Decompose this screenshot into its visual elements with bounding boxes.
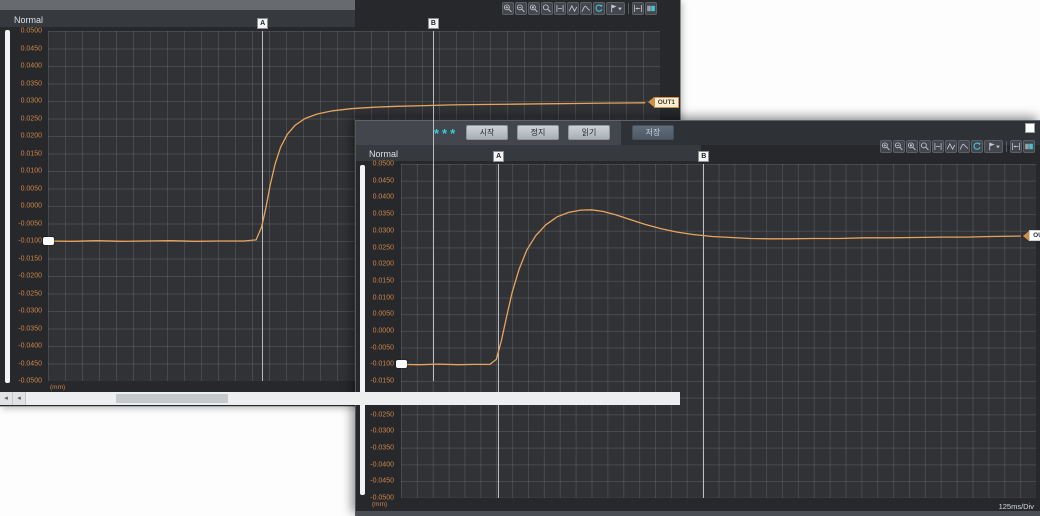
y-axis-label: 0.0400 bbox=[21, 63, 42, 70]
waveform-peak-icon[interactable] bbox=[580, 2, 592, 15]
window-bottom-strip bbox=[356, 511, 1040, 516]
y-axis-label: 0.0050 bbox=[373, 311, 394, 318]
tab-normal[interactable]: Normal bbox=[14, 15, 43, 25]
y-axis-label: -0.0100 bbox=[18, 238, 42, 245]
y-axis-label: -0.0450 bbox=[18, 360, 42, 367]
chart-toolbar bbox=[880, 140, 1035, 153]
scrollbar-thumb[interactable] bbox=[116, 394, 228, 403]
zoom-reset-icon[interactable] bbox=[919, 140, 931, 153]
y-axis-label: 0.0000 bbox=[373, 328, 394, 335]
y-axis: 0.0500 0.0450 0.0400 0.0350 0.0300 0.0250 0.02… bbox=[6, 31, 44, 381]
scale-fit-icon[interactable] bbox=[554, 2, 566, 15]
window-corner-handle[interactable] bbox=[1025, 123, 1035, 133]
scroll-left-icon[interactable]: ◂ bbox=[13, 392, 26, 405]
y-axis-label: 0.0350 bbox=[373, 211, 394, 218]
scroll-left-end-icon[interactable]: ◂ bbox=[0, 392, 13, 405]
trace-label-tag[interactable]: OUT1 bbox=[1023, 230, 1040, 241]
y-axis-label: 0.0350 bbox=[21, 80, 42, 87]
y-axis-label: 0.0250 bbox=[21, 115, 42, 122]
y-axis-label: 0.0200 bbox=[373, 261, 394, 268]
scale-fit-icon[interactable] bbox=[932, 140, 944, 153]
trace-label-tag[interactable]: OUT1 bbox=[648, 97, 679, 108]
trace-start-handle[interactable] bbox=[396, 360, 407, 368]
y-axis-label: -0.0300 bbox=[370, 428, 394, 435]
y-axis-label: -0.0150 bbox=[18, 255, 42, 262]
toolbar-separator bbox=[628, 3, 629, 14]
display-split-icon[interactable] bbox=[1023, 140, 1035, 153]
zoom-reset-icon[interactable] bbox=[541, 2, 553, 15]
cursor-b-label[interactable]: B bbox=[698, 151, 709, 162]
y-axis-label: 0.0500 bbox=[373, 161, 394, 168]
marker-flag-dropdown-icon[interactable] bbox=[984, 140, 1003, 153]
y-axis-unit: (mm) bbox=[372, 501, 387, 508]
y-axis-label: 0.0450 bbox=[373, 177, 394, 184]
toolbar-separator bbox=[1006, 141, 1007, 152]
window-header-strip bbox=[0, 0, 355, 10]
y-axis: 0.0500 0.0450 0.0400 0.0350 0.0300 0.0250 0.02… bbox=[362, 164, 396, 498]
waveform-n-icon[interactable] bbox=[567, 2, 579, 15]
zoom-region-icon[interactable] bbox=[528, 2, 540, 15]
y-axis-label: -0.0300 bbox=[18, 308, 42, 315]
refresh-icon[interactable] bbox=[593, 2, 605, 15]
y-axis-label: 0.0450 bbox=[21, 45, 42, 52]
waveform-peak-icon[interactable] bbox=[958, 140, 970, 153]
y-axis-label: 0.0150 bbox=[21, 150, 42, 157]
y-axis-label: 0.0250 bbox=[373, 244, 394, 251]
trace-name: OUT1 bbox=[1029, 230, 1040, 241]
y-axis-label: 0.0200 bbox=[21, 133, 42, 140]
scope-window-front: *** 시작 정지 읽기 저장 Normal 0.050 bbox=[355, 120, 1040, 516]
y-axis-label: 0.0000 bbox=[21, 203, 42, 210]
y-axis-label: -0.0250 bbox=[370, 411, 394, 418]
vertical-scrollbar[interactable] bbox=[360, 165, 365, 495]
trace-name: OUT1 bbox=[654, 97, 679, 108]
y-axis-unit: (mm) bbox=[50, 384, 65, 391]
zoom-out-icon[interactable] bbox=[515, 2, 527, 15]
cursor-measure-icon[interactable] bbox=[1010, 140, 1022, 153]
y-axis-label: -0.0400 bbox=[18, 343, 42, 350]
y-axis-label: -0.0150 bbox=[370, 378, 394, 385]
display-split-icon[interactable] bbox=[645, 2, 657, 15]
refresh-icon[interactable] bbox=[971, 140, 983, 153]
zoom-region-icon[interactable] bbox=[906, 140, 918, 153]
y-axis-label: 0.0150 bbox=[373, 277, 394, 284]
tab-bar bbox=[0, 10, 355, 27]
y-axis-label: 0.0050 bbox=[21, 185, 42, 192]
waveform-n-icon[interactable] bbox=[945, 140, 957, 153]
cursor-b-label[interactable]: B bbox=[428, 18, 439, 29]
y-axis-label: 0.0300 bbox=[21, 98, 42, 105]
y-axis-label: -0.0050 bbox=[370, 344, 394, 351]
time-per-div-label: 125ms/Div bbox=[999, 502, 1034, 511]
y-axis-label: 0.0100 bbox=[21, 168, 42, 175]
cursor-measure-icon[interactable] bbox=[632, 2, 644, 15]
y-axis-label: -0.0350 bbox=[370, 444, 394, 451]
plot-area[interactable]: A B OUT1 bbox=[401, 164, 1036, 498]
trace-out1 bbox=[401, 164, 1036, 498]
y-axis-label: -0.0500 bbox=[18, 378, 42, 385]
vertical-scrollbar[interactable] bbox=[5, 30, 10, 383]
y-axis-label: 0.0100 bbox=[373, 294, 394, 301]
y-axis-label: -0.0100 bbox=[370, 361, 394, 368]
chart-toolbar bbox=[502, 2, 657, 15]
trace-start-handle[interactable] bbox=[43, 237, 54, 245]
y-axis-label: -0.0400 bbox=[370, 461, 394, 468]
zoom-out-icon[interactable] bbox=[893, 140, 905, 153]
y-axis-label: -0.0200 bbox=[18, 273, 42, 280]
zoom-in-icon[interactable] bbox=[502, 2, 514, 15]
horizontal-scrollbar[interactable]: ◂ ◂ bbox=[0, 392, 680, 405]
screen: Normal 0.05000.04500.04000.03500.03000.0… bbox=[0, 0, 1040, 516]
y-axis-label: 0.0300 bbox=[373, 227, 394, 234]
y-axis-label: -0.0500 bbox=[370, 495, 394, 502]
y-axis-label: -0.0450 bbox=[370, 478, 394, 485]
y-axis-label: 0.0500 bbox=[21, 28, 42, 35]
cursor-a-label[interactable]: A bbox=[257, 18, 268, 29]
y-axis-label: -0.0050 bbox=[18, 220, 42, 227]
zoom-in-icon[interactable] bbox=[880, 140, 892, 153]
y-axis-label: -0.0250 bbox=[18, 290, 42, 297]
y-axis-label: -0.0350 bbox=[18, 325, 42, 332]
y-axis-label: 0.0400 bbox=[373, 194, 394, 201]
marker-flag-dropdown-icon[interactable] bbox=[606, 2, 625, 15]
